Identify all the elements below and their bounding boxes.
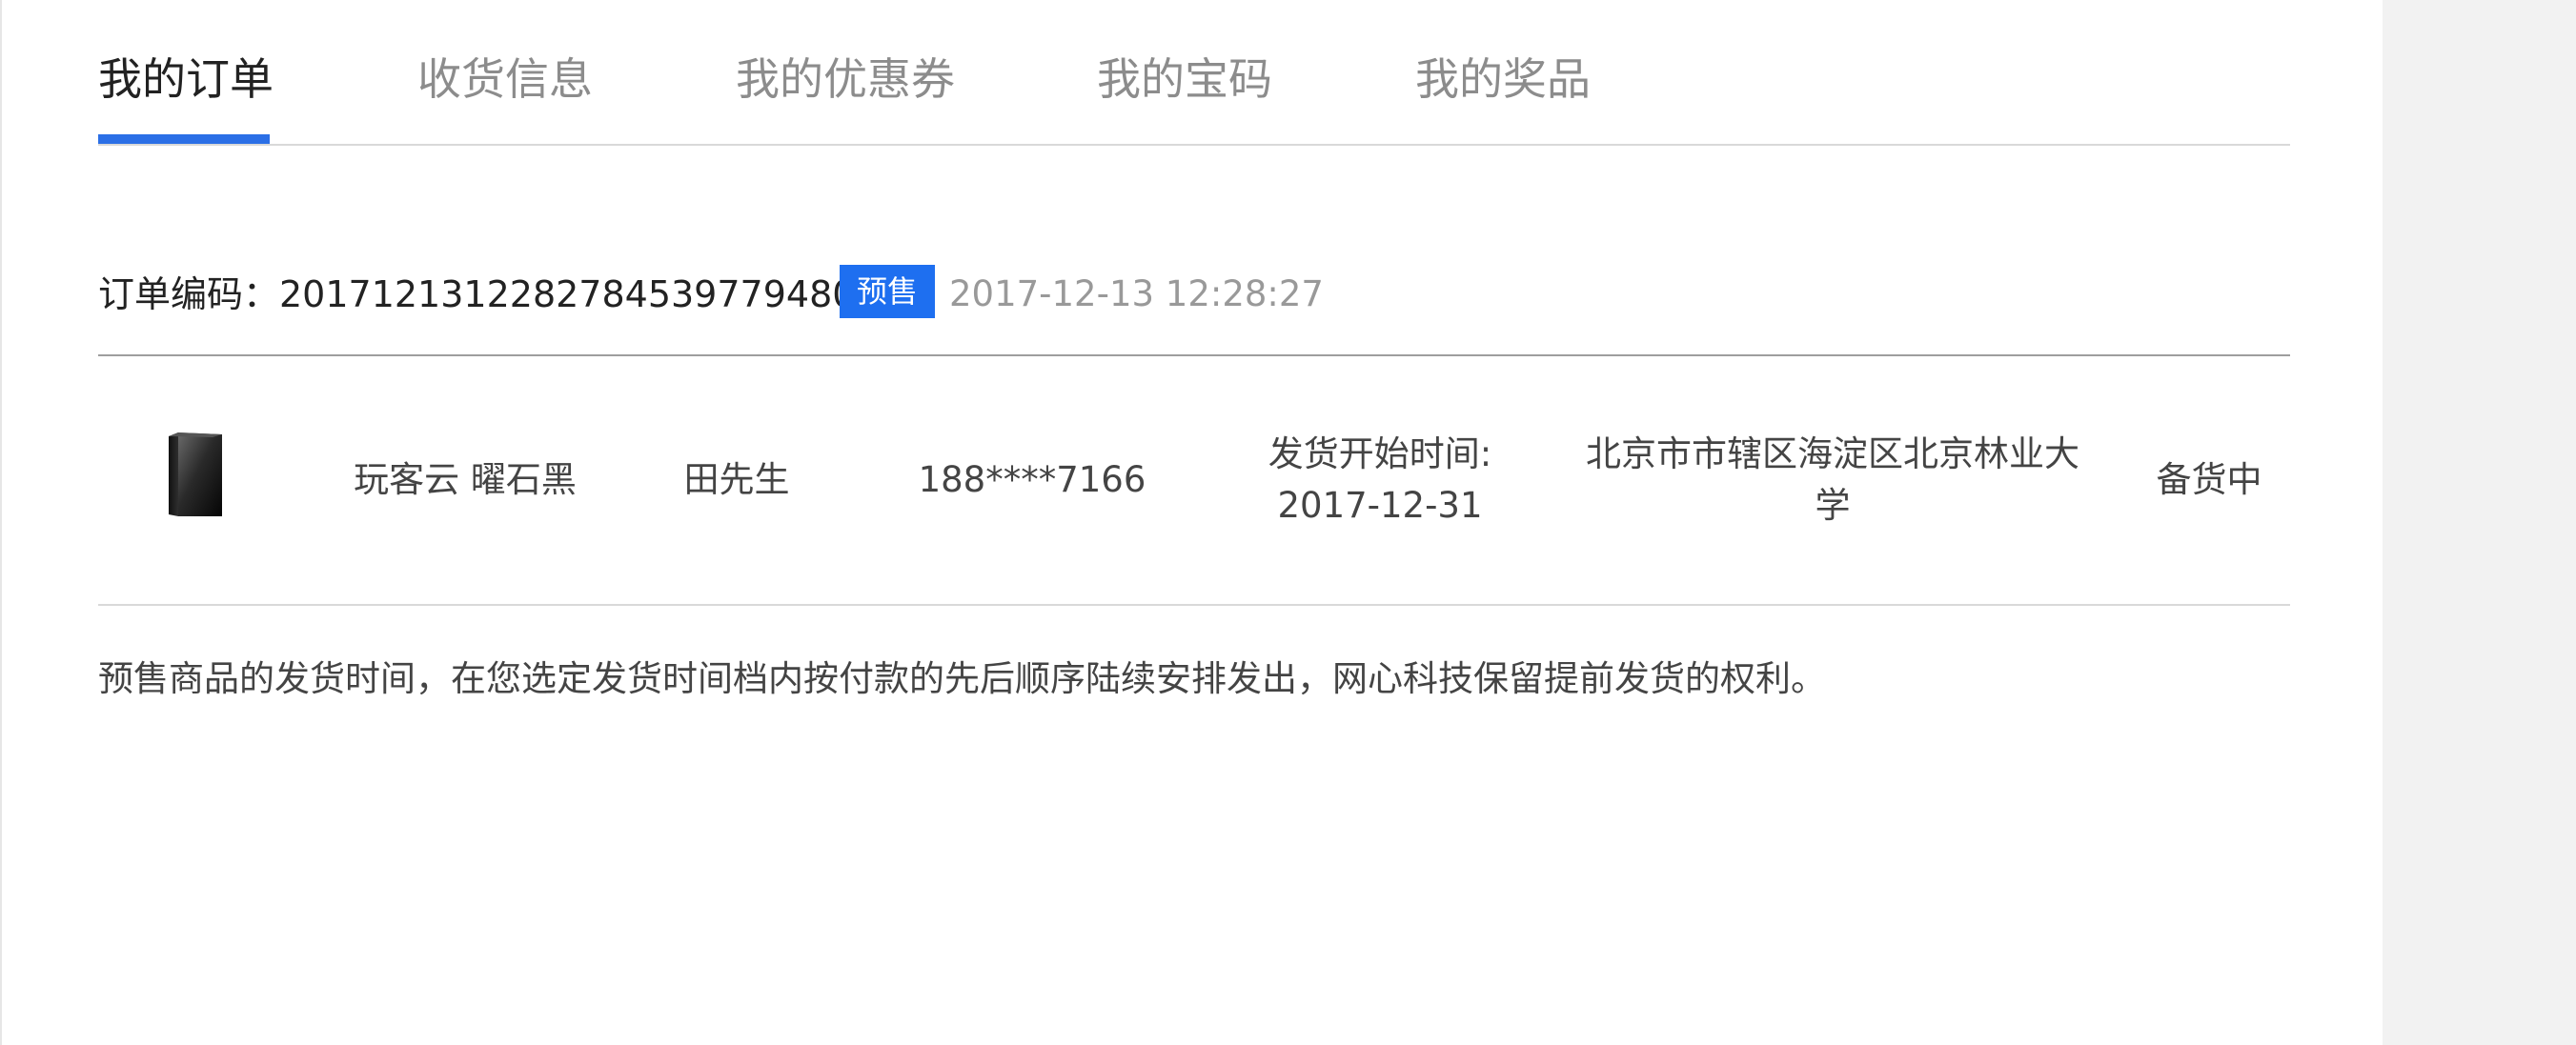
order-header: 订单编码：2017121312282784539779480397 预售 201… xyxy=(98,265,2290,356)
tab-my-treasure-codes[interactable]: 我的宝码 xyxy=(1097,48,1272,111)
tab-bar: 我的订单 收货信息 我的优惠券 我的宝码 我的奖品 xyxy=(98,0,2290,146)
address-line-2: 学 xyxy=(1815,485,1851,526)
tab-shipping-info[interactable]: 收货信息 xyxy=(417,48,593,111)
shipping-address: 北京市市辖区海淀区北京林业大 学 xyxy=(1585,356,2080,604)
tab-my-prizes[interactable]: 我的奖品 xyxy=(1415,48,1591,111)
device-box-icon xyxy=(169,432,222,516)
tab-my-orders[interactable]: 我的订单 xyxy=(98,48,274,111)
recipient-name: 田先生 xyxy=(683,459,790,500)
product-name: 玩客云 曜石黑 xyxy=(354,459,577,500)
order-time: 2017-12-13 12:28:27 xyxy=(949,273,1324,314)
order-code: 订单编码：2017121312282784539779480397 xyxy=(98,273,924,315)
order-row: 玩客云 曜石黑 田先生 188****7166 发货开始时间: 2017-12-… xyxy=(98,356,2290,606)
ship-start-label: 发货开始时间: xyxy=(1268,433,1492,474)
address-line-1: 北京市市辖区海淀区北京林业大 xyxy=(1586,433,2079,474)
active-tab-indicator xyxy=(98,134,270,144)
tab-my-coupons[interactable]: 我的优惠券 xyxy=(736,48,955,111)
right-gutter xyxy=(2383,0,2576,1045)
ship-start-date: 2017-12-31 xyxy=(1277,485,1483,526)
order-status: 备货中 xyxy=(2156,459,2262,500)
presale-badge: 预售 xyxy=(840,265,935,318)
ship-start-time: 发货开始时间: 2017-12-31 xyxy=(1242,356,1518,604)
main-panel: 我的订单 收货信息 我的优惠券 我的宝码 我的奖品 订单编码：201712131… xyxy=(0,0,2383,1045)
recipient-phone: 188****7166 xyxy=(918,459,1146,500)
presale-note: 预售商品的发货时间，在您选定发货时间档内按付款的先后顺序陆续安排发出，网心科技保… xyxy=(98,658,1826,699)
